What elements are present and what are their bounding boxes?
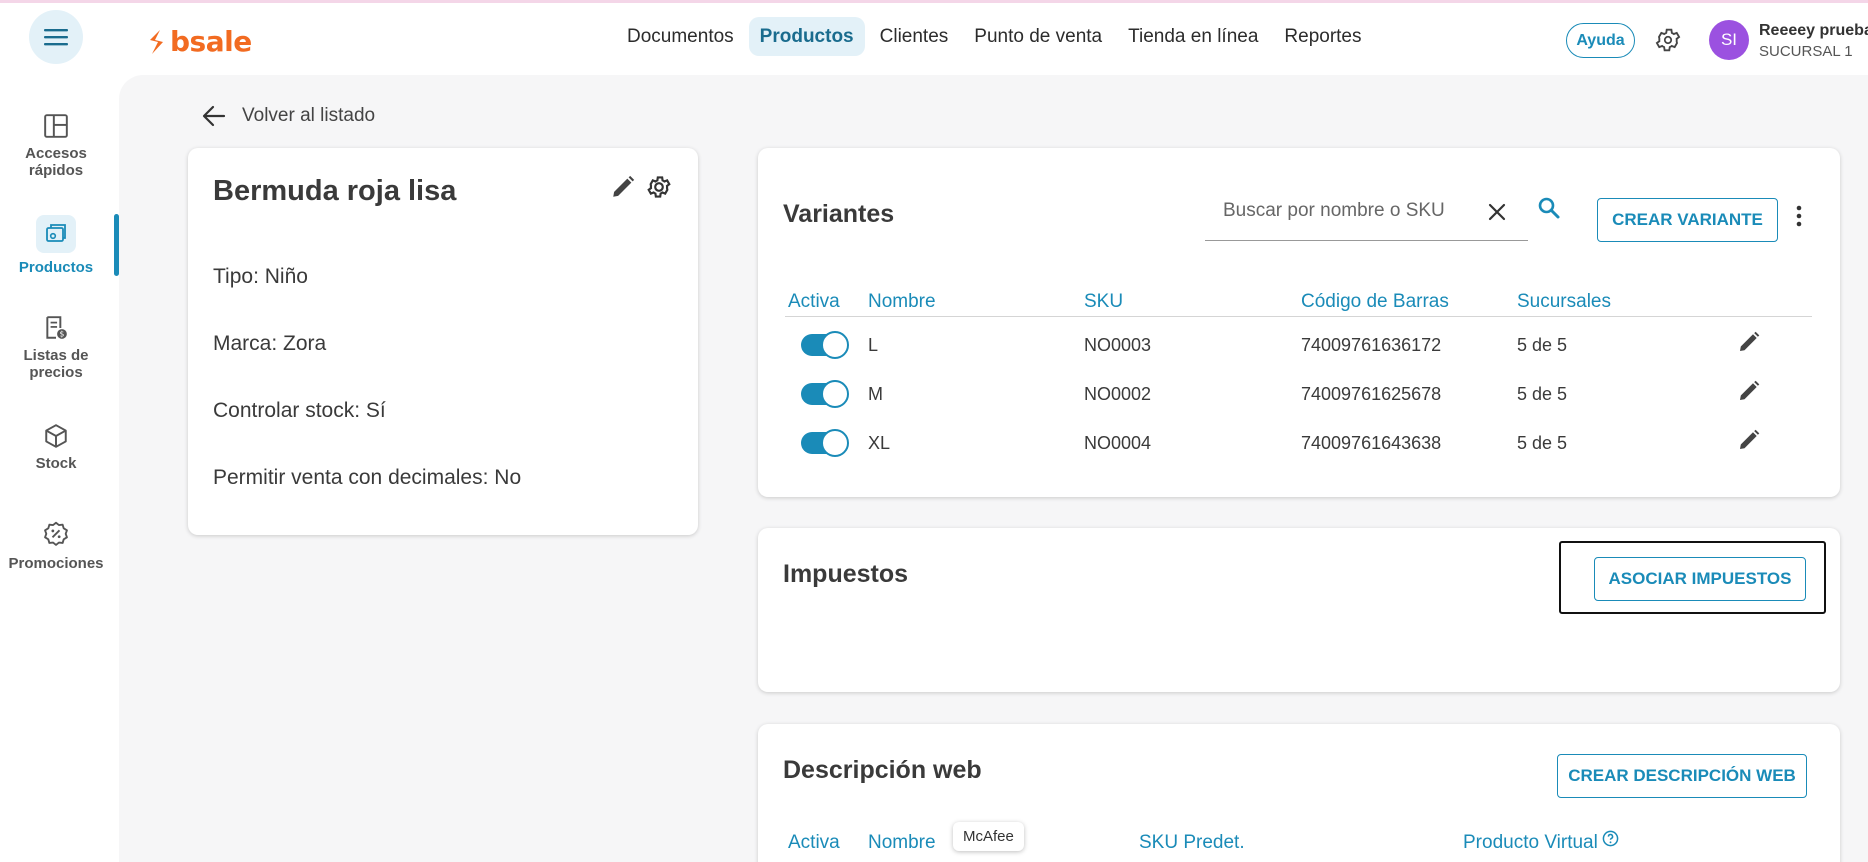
- column-header-sku-predet: SKU Predet.: [1139, 832, 1245, 853]
- product-brand: Marca: Zora: [213, 332, 327, 355]
- column-header-sku: SKU: [1084, 291, 1124, 312]
- user-name: Reeeey prueba: [1759, 22, 1868, 39]
- hamburger-icon: [44, 29, 68, 46]
- arrow-left-icon: [202, 105, 226, 127]
- product-decimal-sale: Permitir venta con decimales: No: [213, 466, 522, 489]
- product-stock-control: Controlar stock: Sí: [213, 399, 386, 422]
- variants-title: Variantes: [783, 200, 895, 228]
- variant-sku: NO0004: [1084, 433, 1152, 453]
- create-web-description-button[interactable]: CREAR DESCRIPCIÓN WEB: [1557, 754, 1807, 798]
- more-options-icon[interactable]: [1793, 204, 1805, 228]
- help-button[interactable]: Ayuda: [1566, 23, 1635, 58]
- price-list-icon: $: [46, 316, 67, 339]
- variant-name: XL: [868, 433, 891, 453]
- column-header-nombre: Nombre: [868, 832, 936, 853]
- variant-barcode: 74009761636172: [1301, 335, 1442, 355]
- column-header-activa: Activa: [788, 832, 840, 853]
- settings-gear-icon[interactable]: [646, 174, 672, 200]
- sidebar-item-stock[interactable]: Stock: [0, 423, 112, 472]
- variant-active-toggle[interactable]: [801, 331, 849, 359]
- top-bar: bsale Documentos Productos Clientes Punt…: [0, 3, 1868, 75]
- edit-pencil-icon[interactable]: [610, 174, 636, 200]
- sidebar-item-listas-de-precios[interactable]: $ Listas de precios: [0, 315, 112, 381]
- edit-pencil-icon[interactable]: [1737, 330, 1761, 354]
- back-to-list-link[interactable]: Volver al listado: [202, 105, 375, 127]
- column-header-producto-virtual: Producto Virtual: [1463, 832, 1598, 853]
- variant-active-toggle[interactable]: [801, 429, 849, 457]
- nav-documentos[interactable]: Documentos: [616, 17, 745, 56]
- nav-punto-de-venta[interactable]: Punto de venta: [963, 17, 1113, 56]
- create-variant-button[interactable]: CREAR VARIANTE: [1597, 198, 1778, 242]
- product-card: Bermuda roja lisa Tipo: Niño Marca: Zora…: [188, 148, 698, 535]
- sidebar-label: rápidos: [28, 162, 84, 179]
- variant-barcode: 74009761643638: [1301, 433, 1442, 453]
- variant-search: [1205, 183, 1528, 241]
- sidebar-item-promociones[interactable]: Promociones: [0, 521, 112, 572]
- product-name: Bermuda roja lisa: [213, 175, 457, 207]
- sidebar-label: Promociones: [8, 555, 104, 572]
- sidebar-label: Accesos: [25, 145, 87, 162]
- variant-active-toggle[interactable]: [801, 380, 849, 408]
- products-icon: [46, 224, 66, 242]
- bsale-logo[interactable]: bsale: [146, 25, 252, 58]
- associate-taxes-button[interactable]: ASOCIAR IMPUESTOS: [1594, 557, 1806, 601]
- back-label: Volver al listado: [242, 105, 376, 126]
- column-header-nombre: Nombre: [868, 291, 936, 312]
- column-header-activa: Activa: [788, 291, 840, 312]
- nav-tienda-en-linea[interactable]: Tienda en línea: [1117, 17, 1269, 56]
- edit-pencil-icon[interactable]: [1737, 428, 1761, 452]
- svg-text:$: $: [60, 330, 65, 339]
- table-header-divider: [785, 316, 1812, 317]
- help-circle-icon[interactable]: [1602, 830, 1619, 847]
- sidebar: Accesos rápidos Productos $ Listas de pr…: [0, 75, 118, 862]
- nav-clientes[interactable]: Clientes: [869, 17, 960, 56]
- variant-barcode: 74009761625678: [1301, 384, 1442, 404]
- edit-pencil-icon[interactable]: [1737, 379, 1761, 403]
- sidebar-label: Stock: [35, 455, 77, 472]
- hamburger-menu-button[interactable]: [29, 10, 83, 64]
- variant-search-input[interactable]: [1223, 197, 1453, 225]
- main-nav: Documentos Productos Clientes Punto de v…: [616, 17, 1373, 56]
- sidebar-item-productos[interactable]: Productos: [0, 215, 112, 276]
- sidebar-item-accesos-rapidos[interactable]: Accesos rápidos: [0, 113, 112, 179]
- settings-gear-icon[interactable]: [1654, 26, 1682, 54]
- user-branch: SUCURSAL 1: [1759, 43, 1853, 60]
- percent-badge-icon: [44, 521, 68, 546]
- column-header-codigo-barras: Código de Barras: [1301, 291, 1449, 312]
- web-description-title: Descripción web: [783, 756, 982, 784]
- bsale-logo-icon: [150, 29, 163, 54]
- variant-branches: 5 de 5: [1517, 335, 1568, 355]
- column-header-sucursales: Sucursales: [1517, 291, 1611, 312]
- layout-icon: [44, 114, 68, 138]
- variant-name: M: [868, 384, 883, 404]
- sidebar-label: Listas de: [23, 347, 89, 364]
- logo-text: bsale: [170, 25, 252, 58]
- variant-sku: NO0002: [1084, 384, 1152, 404]
- clear-search-icon[interactable]: [1488, 203, 1506, 221]
- variant-branches: 5 de 5: [1517, 433, 1568, 453]
- product-type: Tipo: Niño: [213, 265, 308, 288]
- sidebar-label: precios: [29, 364, 83, 381]
- nav-reportes[interactable]: Reportes: [1273, 17, 1372, 56]
- variant-branches: 5 de 5: [1517, 384, 1568, 404]
- taxes-title: Impuestos: [783, 560, 909, 588]
- variant-name: L: [868, 335, 879, 355]
- cube-icon: [45, 424, 67, 448]
- variant-sku: NO0003: [1084, 335, 1152, 355]
- sidebar-label: Productos: [18, 259, 94, 276]
- user-avatar[interactable]: SI: [1709, 20, 1749, 60]
- nav-productos[interactable]: Productos: [748, 17, 865, 56]
- search-icon[interactable]: [1537, 196, 1561, 220]
- tooltip: McAfee: [953, 822, 1024, 851]
